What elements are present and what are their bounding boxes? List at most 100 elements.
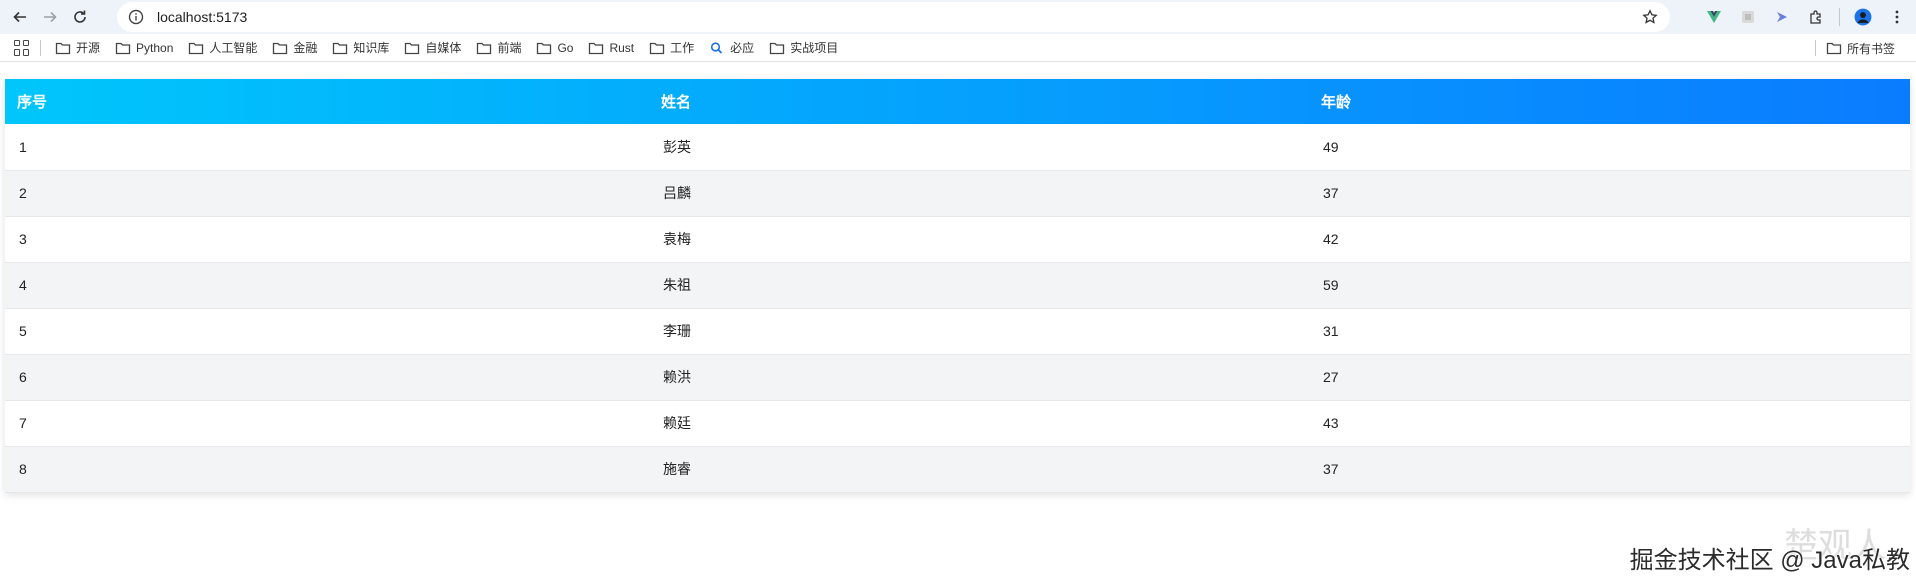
cell-age: 42 xyxy=(1309,216,1910,263)
cell-index: 6 xyxy=(5,354,649,401)
bookmark-label: 金融 xyxy=(293,41,318,55)
bookmark-item[interactable]: Go xyxy=(530,36,579,60)
cell-age: 31 xyxy=(1309,308,1910,355)
url-text: localhost:5173 xyxy=(157,9,248,25)
arrow-right-icon xyxy=(44,11,57,23)
column-header-name: 姓名 xyxy=(661,94,692,111)
cell-name: 彭英 xyxy=(649,124,1309,171)
reload-button[interactable] xyxy=(66,3,94,31)
table-header-row: 序号 姓名 年龄 xyxy=(5,79,1910,124)
cell-name: 赖廷 xyxy=(649,400,1309,447)
bookmark-item[interactable]: 前端 xyxy=(470,36,527,60)
cell-name: 吕麟 xyxy=(649,170,1309,217)
folder-icon xyxy=(589,42,604,54)
extension-blue-icon[interactable] xyxy=(1771,6,1793,28)
bookmark-item[interactable]: 工作 xyxy=(643,36,700,60)
bookmark-label: 自媒体 xyxy=(425,41,462,55)
bookmark-item[interactable]: 金融 xyxy=(266,36,323,60)
extensions-area xyxy=(1703,3,1908,31)
folder-icon xyxy=(55,42,71,54)
bookmark-item[interactable]: 开源 xyxy=(49,36,106,60)
folder-icon xyxy=(537,42,552,54)
cell-name: 李珊 xyxy=(649,308,1309,355)
folder-icon xyxy=(650,42,665,54)
column-header-index: 序号 xyxy=(17,94,48,111)
search-icon xyxy=(711,41,723,54)
site-info-icon[interactable] xyxy=(127,8,145,26)
bookmark-label: 必应 xyxy=(730,41,755,55)
toolbar-divider xyxy=(1839,8,1840,26)
bookmark-item[interactable]: 实战项目 xyxy=(763,36,844,60)
arrow-left-icon xyxy=(13,11,26,23)
cell-age: 27 xyxy=(1309,354,1910,401)
address-bar[interactable]: localhost:5173 xyxy=(117,2,1670,32)
cell-index: 4 xyxy=(5,262,649,309)
bookmark-label: Python xyxy=(136,40,174,55)
back-button[interactable] xyxy=(6,3,34,31)
bookmark-item[interactable]: 必应 xyxy=(703,36,760,60)
cell-age: 37 xyxy=(1309,170,1910,217)
bookmark-item[interactable]: 自媒体 xyxy=(398,36,467,60)
cell-name: 朱祖 xyxy=(649,262,1309,309)
bookmark-item[interactable]: 人工智能 xyxy=(182,36,263,60)
bookmark-label: 前端 xyxy=(497,41,522,55)
table-row: 3 袁梅 42 xyxy=(5,216,1910,263)
table-row: 2 吕麟 37 xyxy=(5,170,1910,217)
cell-age: 37 xyxy=(1309,446,1910,493)
bookmark-item[interactable]: Python xyxy=(109,36,179,60)
watermark: 掘金技术社区 @ Java私教 xyxy=(1629,547,1910,574)
bookmark-label: 工作 xyxy=(670,41,695,55)
apps-grid-icon[interactable] xyxy=(14,39,30,56)
folder-icon xyxy=(477,42,492,54)
bookmark-label: 开源 xyxy=(76,41,101,55)
column-header-age: 年龄 xyxy=(1321,94,1352,111)
folder-icon xyxy=(115,42,131,54)
folder-icon xyxy=(1826,42,1842,55)
cell-index: 5 xyxy=(5,308,649,355)
cell-age: 43 xyxy=(1309,400,1910,447)
bookmark-label: 知识库 xyxy=(353,41,390,55)
bookmarks-divider xyxy=(1815,40,1816,56)
cell-name: 赖洪 xyxy=(649,354,1309,401)
bookmark-label: Go xyxy=(557,40,574,55)
folder-icon xyxy=(189,42,204,54)
data-table-container: 序号 姓名 年龄 1 彭英 49 2 吕麟 37 3 袁梅 42 4 朱祖 59… xyxy=(5,79,1910,493)
bookmark-item[interactable]: Rust xyxy=(582,36,640,60)
bookmark-label: 实战项目 xyxy=(790,41,839,55)
table-row: 6 赖洪 27 xyxy=(5,354,1910,401)
table-row: 8 施睿 37 xyxy=(5,446,1910,493)
cell-age: 49 xyxy=(1309,124,1910,171)
table-row: 1 彭英 49 xyxy=(5,124,1910,171)
bookmark-label: Rust xyxy=(609,40,635,55)
cell-age: 59 xyxy=(1309,262,1910,309)
table-row: 4 朱祖 59 xyxy=(5,262,1910,309)
folder-icon xyxy=(405,42,420,54)
vue-devtools-icon[interactable] xyxy=(1703,6,1725,28)
cell-index: 8 xyxy=(5,446,649,493)
all-bookmarks-button[interactable]: 所有书签 xyxy=(1820,36,1901,60)
extension-grey-icon[interactable] xyxy=(1737,6,1759,28)
cell-name: 施睿 xyxy=(649,446,1309,493)
cell-name: 袁梅 xyxy=(649,216,1309,263)
forward-button[interactable] xyxy=(36,3,64,31)
table-row: 5 李珊 31 xyxy=(5,308,1910,355)
data-table: 序号 姓名 年龄 1 彭英 49 2 吕麟 37 3 袁梅 42 4 朱祖 59… xyxy=(5,79,1910,493)
extensions-puzzle-icon[interactable] xyxy=(1805,6,1827,28)
folder-icon xyxy=(273,42,288,54)
bookmark-star-icon[interactable] xyxy=(1640,7,1660,27)
menu-kebab-icon[interactable] xyxy=(1886,6,1908,28)
bookmark-item[interactable]: 知识库 xyxy=(326,36,395,60)
bookmarks-bar: 开源 Python 人工智能 金融 知识库 自媒体 前端 Go Rust 工作 … xyxy=(0,34,1916,62)
folder-icon xyxy=(333,42,348,54)
cell-index: 1 xyxy=(5,124,649,171)
profile-avatar-icon[interactable] xyxy=(1852,6,1874,28)
folder-icon xyxy=(770,42,785,54)
cell-index: 2 xyxy=(5,170,649,217)
browser-toolbar: localhost:5173 xyxy=(0,0,1916,34)
bookmark-label: 人工智能 xyxy=(209,41,258,55)
cell-index: 3 xyxy=(5,216,649,263)
cell-index: 7 xyxy=(5,400,649,447)
bookmarks-divider xyxy=(40,39,41,56)
table-row: 7 赖廷 43 xyxy=(5,400,1910,447)
page-content: 序号 姓名 年龄 1 彭英 49 2 吕麟 37 3 袁梅 42 4 朱祖 59… xyxy=(0,62,1916,577)
